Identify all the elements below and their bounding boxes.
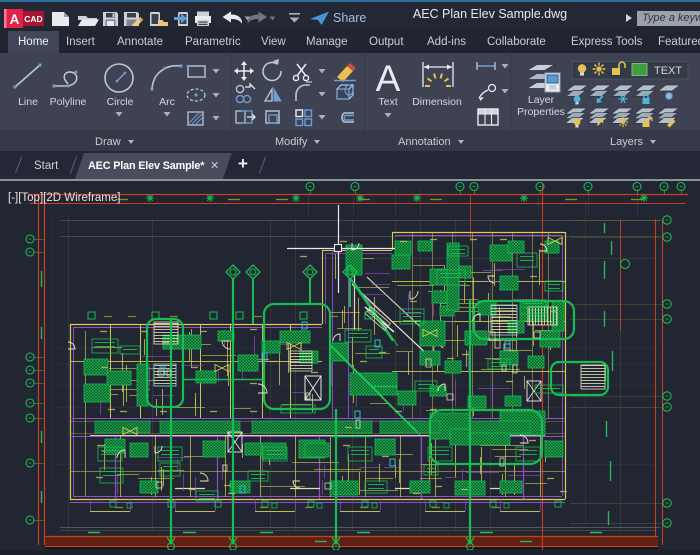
svg-text:A: A [10,12,20,27]
svg-text:CAD: CAD [24,14,42,24]
svg-text:TEXT: TEXT [654,65,682,77]
svg-text:[-][Top][2D Wireframe]: [-][Top][2D Wireframe] [8,192,120,204]
svg-text:A: A [376,58,401,99]
svg-text:Share: Share [333,11,366,25]
